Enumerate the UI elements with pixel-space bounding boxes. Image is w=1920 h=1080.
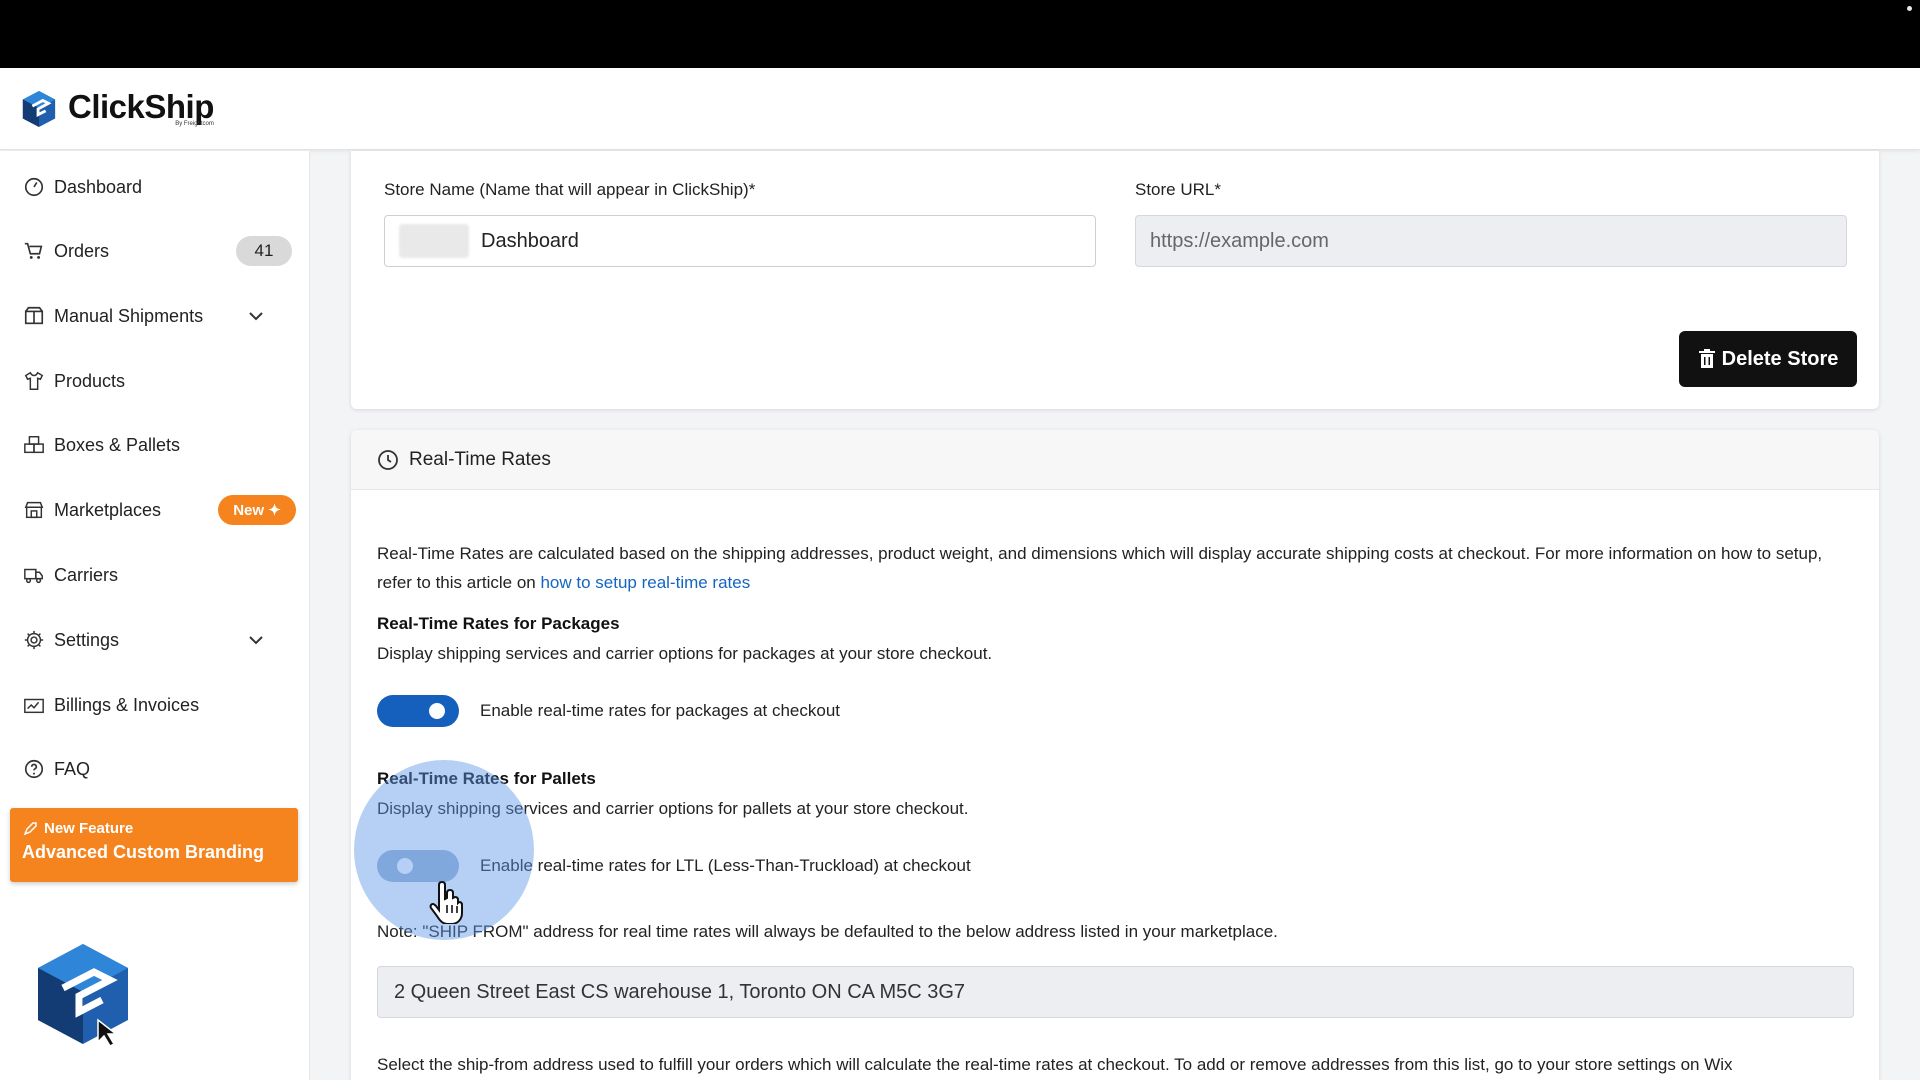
delete-store-button[interactable]: Delete Store	[1679, 331, 1857, 387]
pallets-toggle-label: Enable real-time rates for LTL (Less-Tha…	[480, 856, 971, 875]
redacted-block	[399, 224, 469, 258]
setup-article-link[interactable]: how to setup real-time rates	[540, 573, 750, 592]
gauge-icon	[22, 175, 46, 199]
real-time-rates-card: Real-Time Rates Real-Time Rates are calc…	[351, 430, 1879, 1080]
boxes-icon	[22, 433, 46, 457]
ship-from-help-text: Select the ship-from address used to ful…	[377, 1055, 1733, 1074]
sidebar-item-dashboard[interactable]: Dashboard	[22, 167, 292, 207]
feature-tag: New Feature	[44, 820, 134, 837]
clickship-watermark-logo	[38, 944, 128, 1047]
invoice-icon	[22, 693, 46, 717]
sidebar-item-label: Carriers	[54, 564, 119, 585]
packages-description: Display shipping services and carrier op…	[377, 644, 993, 663]
sidebar-item-label: FAQ	[54, 758, 91, 779]
clickship-logo-icon[interactable]	[20, 89, 58, 129]
sidebar-item-label: Settings	[54, 629, 120, 650]
brand-byline: By Freightcom	[175, 121, 214, 127]
sidebar-item-marketplaces[interactable]: Marketplaces New ✦	[22, 490, 296, 530]
clock-icon	[378, 449, 398, 470]
packages-heading: Real-Time Rates for Packages	[377, 614, 620, 633]
new-badge: New ✦	[218, 495, 296, 525]
package-icon	[22, 304, 46, 328]
section-title: Real-Time Rates	[409, 448, 551, 470]
sidebar-item-label: Marketplaces	[54, 499, 162, 520]
gear-icon	[22, 628, 46, 652]
brand-name: ClickShip	[68, 88, 214, 125]
cart-icon	[22, 239, 46, 263]
orders-count-badge: 41	[236, 236, 292, 266]
store-name-label: Store Name (Name that will appear in Cli…	[384, 180, 756, 199]
truck-icon	[22, 563, 46, 587]
recording-dot	[1907, 6, 1912, 11]
store-url-input[interactable]: https://example.com	[1135, 215, 1847, 267]
store-url-label: Store URL*	[1135, 180, 1221, 199]
chevron-down-icon[interactable]	[246, 306, 266, 326]
delete-store-label: Delete Store	[1721, 347, 1839, 370]
store-url-value: https://example.com	[1150, 229, 1329, 252]
hand-pointer-icon	[429, 880, 463, 924]
packages-toggle-label: Enable real-time rates for packages at c…	[480, 701, 841, 720]
question-icon	[22, 757, 46, 781]
ship-from-note: Note: "SHIP FROM" address for real time …	[377, 922, 1278, 941]
sidebar-item-faq[interactable]: FAQ	[22, 749, 292, 789]
trash-icon	[1698, 349, 1715, 368]
sidebar-item-settings[interactable]: Settings	[22, 620, 292, 660]
sidebar-item-label: Billings & Invoices	[54, 694, 200, 715]
real-time-rates-header: Real-Time Rates	[351, 430, 1879, 490]
sidebar-item-label: Boxes & Pallets	[54, 434, 181, 455]
sidebar-item-label: Dashboard	[54, 176, 143, 197]
real-time-rates-intro: Real-Time Rates are calculated based on …	[377, 539, 1857, 597]
feature-title: Advanced Custom Branding	[22, 842, 265, 862]
chevron-down-icon[interactable]	[246, 630, 266, 650]
store-name-input[interactable]: Dashboard	[384, 215, 1096, 267]
toggle-knob	[429, 703, 445, 719]
sidebar: Dashboard Orders 41 Manual Shipments Pro…	[0, 151, 310, 1080]
sidebar-item-orders[interactable]: Orders 41	[22, 231, 292, 271]
sidebar-item-label: Orders	[54, 240, 110, 261]
sidebar-item-billings[interactable]: Billings & Invoices	[22, 685, 292, 725]
new-feature-banner[interactable]: New Feature Advanced Custom Branding	[10, 808, 298, 882]
ship-from-address-field[interactable]: 2 Queen Street East CS warehouse 1, Toro…	[377, 966, 1854, 1018]
sidebar-item-boxes-pallets[interactable]: Boxes & Pallets	[22, 425, 292, 465]
store-icon	[22, 498, 46, 522]
packages-toggle[interactable]	[377, 695, 459, 727]
sidebar-item-manual-shipments[interactable]: Manual Shipments	[22, 296, 292, 336]
sidebar-item-carriers[interactable]: Carriers	[22, 555, 292, 595]
video-top-bar	[0, 0, 1920, 68]
ship-from-address-value: 2 Queen Street East CS warehouse 1, Toro…	[394, 980, 966, 1003]
store-details-card: Store Name (Name that will appear in Cli…	[351, 151, 1879, 409]
sidebar-item-label: Manual Shipments	[54, 305, 204, 326]
brand-wordmark: ClickShip By Freightcom	[68, 90, 214, 127]
shirt-icon	[22, 369, 46, 393]
rocket-icon	[23, 821, 37, 835]
store-name-value: Dashboard	[481, 229, 579, 252]
sidebar-item-label: Products	[54, 370, 126, 391]
app-header: ClickShip By Freightcom	[0, 68, 1920, 150]
sidebar-item-products[interactable]: Products	[22, 361, 292, 401]
